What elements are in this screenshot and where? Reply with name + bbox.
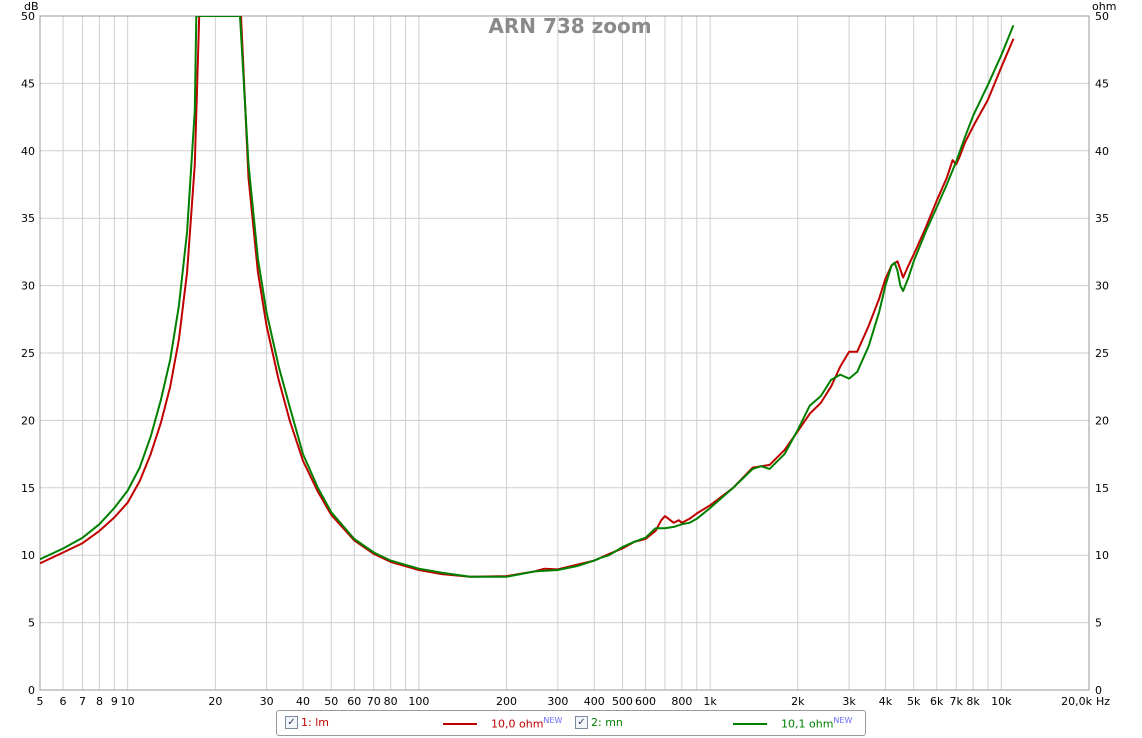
y-tick-label-right: 20 [1095,414,1109,427]
y-tick-label-right: 15 [1095,482,1109,495]
chart-curves [40,16,1015,578]
x-tick-label: 5k [907,695,921,708]
y-tick-label-right: 10 [1095,549,1109,562]
x-tick-label: 9 [111,695,118,708]
series-line-1 [40,16,1015,578]
x-tick-label: 80 [384,695,398,708]
x-tick-label: 7 [79,695,86,708]
x-tick-label: 1k [703,695,717,708]
y-tick-label-left: 40 [21,145,35,158]
x-tick-label: 8k [966,695,980,708]
chart-legend: ✓ 1: lm 10,0 ohmNEW ✓ 2: mn 10,1 ohmNEW [276,710,866,736]
x-tick-label: 20,0k [1061,695,1092,708]
legend-line-2 [733,723,767,725]
x-tick-label: 300 [547,695,568,708]
x-tick-label: 7k [950,695,964,708]
legend-item-2[interactable]: ✓ 2: mn 10,1 ohmNEW [575,715,859,731]
y-tick-label-right: 40 [1095,145,1109,158]
legend-item-1[interactable]: ✓ 1: lm 10,0 ohmNEW [285,715,569,731]
x-tick-label: 200 [496,695,517,708]
y-axis-right-ticks: 05101520253035404550 [1095,10,1109,697]
y-tick-label-left: 25 [21,347,35,360]
series-line-2 [40,16,1015,578]
x-tick-label: 5 [37,695,44,708]
x-tick-label: 4k [879,695,893,708]
x-axis-ticks: 5 6 7 8 9 10 20 30 40 50 60 70 80 100 200 300 400 500 600 8… [37,695,1093,708]
legend-label-2: 2: mn [591,716,623,729]
x-tick-label: 100 [408,695,429,708]
x-tick-label: 40 [296,695,310,708]
legend-line-1 [443,723,477,725]
y-axis-left-ticks: 05101520253035404550 [21,10,35,697]
y-tick-label-right: 5 [1095,617,1102,630]
legend-value-1: 10,0 ohmNEW [491,716,562,731]
legend-badge-1: NEW [543,716,563,725]
y-unit-left: dB [24,0,39,13]
x-tick-label: 600 [635,695,656,708]
legend-checkbox-1[interactable]: ✓ [285,716,298,729]
y-tick-label-left: 10 [21,549,35,562]
y-tick-label-right: 35 [1095,212,1109,225]
x-tick-label: 70 [367,695,381,708]
x-tick-label: 60 [347,695,361,708]
y-tick-label-left: 20 [21,414,35,427]
x-tick-label: 8 [96,695,103,708]
legend-checkbox-2[interactable]: ✓ [575,716,588,729]
x-unit: Hz [1096,695,1110,708]
impedance-chart: 5 6 7 8 9 10 20 30 40 50 60 70 80 100 200 300 400 500 600 8… [21,0,1116,708]
x-tick-label: 400 [584,695,605,708]
y-unit-right: ohm [1092,0,1116,13]
x-tick-label: 30 [260,695,274,708]
y-tick-label-left: 0 [28,684,35,697]
x-tick-label: 3k [842,695,856,708]
x-tick-label: 50 [324,695,338,708]
chart-grid [40,16,1089,690]
y-tick-label-left: 45 [21,77,35,90]
x-tick-label: 800 [671,695,692,708]
x-tick-label: 2k [791,695,805,708]
y-tick-label-right: 30 [1095,280,1109,293]
x-tick-label: 6k [930,695,944,708]
x-tick-label: 500 [612,695,633,708]
y-tick-label-right: 45 [1095,77,1109,90]
x-tick-label: 20 [208,695,222,708]
legend-badge-2: NEW [833,716,853,725]
y-tick-label-left: 15 [21,482,35,495]
legend-value-2: 10,1 ohmNEW [781,716,852,731]
y-tick-label-right: 25 [1095,347,1109,360]
x-tick-label: 10k [991,695,1012,708]
chart-title: ARN 738 zoom [488,14,651,38]
legend-value-1-text: 10,0 ohm [491,717,544,731]
y-tick-label-left: 35 [21,212,35,225]
x-tick-label: 6 [60,695,67,708]
legend-value-2-text: 10,1 ohm [781,717,834,731]
y-tick-label-left: 30 [21,280,35,293]
legend-label-1: 1: lm [301,716,329,729]
y-tick-label-left: 5 [28,617,35,630]
x-tick-label: 10 [121,695,135,708]
